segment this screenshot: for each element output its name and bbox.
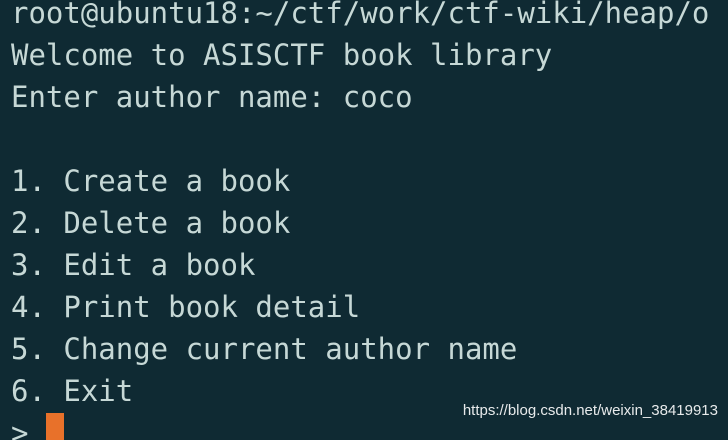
menu-item-delete-book: 2. Delete a book <box>11 206 291 240</box>
welcome-message: Welcome to ASISCTF book library <box>11 38 553 72</box>
text-cursor[interactable] <box>46 413 65 440</box>
terminal-window[interactable]: root@ubuntu18:~/ctf/work/ctf-wiki/heap/o… <box>0 0 728 440</box>
menu-item-edit-book: 3. Edit a book <box>11 248 256 282</box>
author-name-prompt: Enter author name: coco <box>11 80 413 114</box>
menu-item-create-book: 1. Create a book <box>11 164 291 198</box>
menu-item-change-author-name: 5. Change current author name <box>11 332 518 366</box>
watermark-url: https://blog.csdn.net/weixin_38419913 <box>462 402 718 419</box>
terminal-top-line: root@ubuntu18:~/ctf/work/ctf-wiki/heap/o <box>11 0 710 30</box>
terminal-output: root@ubuntu18:~/ctf/work/ctf-wiki/heap/o… <box>11 0 709 440</box>
menu-item-print-book-detail: 4. Print book detail <box>11 290 361 324</box>
prompt-symbol: > <box>11 416 29 440</box>
